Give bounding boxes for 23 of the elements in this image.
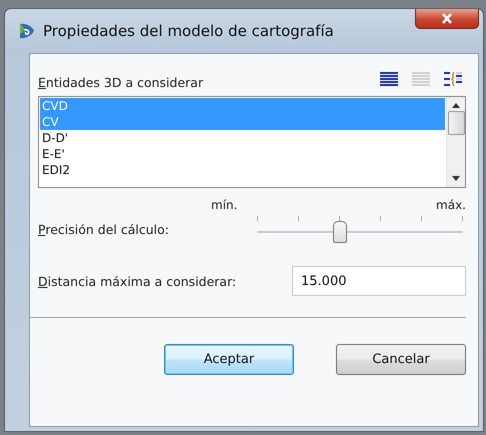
accept-button[interactable]: Aceptar: [164, 344, 294, 375]
precision-label: Precisión del cálculo:: [38, 222, 169, 236]
slider-thumb[interactable]: [333, 221, 348, 243]
close-button[interactable]: [415, 9, 479, 29]
window-title: Propiedades del modelo de cartografía: [43, 22, 334, 40]
list-item[interactable]: D-D': [40, 130, 445, 146]
invert-selection-icon[interactable]: [444, 72, 462, 86]
scroll-up-icon[interactable]: [452, 103, 460, 108]
distance-label: Distancia máxima a considerar:: [38, 274, 236, 288]
list-item[interactable]: EDI2: [40, 162, 445, 178]
scroll-thumb[interactable]: [448, 111, 464, 135]
distance-field[interactable]: 15.000: [292, 266, 466, 296]
list-item[interactable]: E-E': [40, 146, 445, 162]
precision-slider[interactable]: [254, 214, 466, 244]
entities-label: Entidades 3D a considerar: [38, 75, 204, 90]
select-all-icon[interactable]: [380, 72, 398, 86]
cancel-button[interactable]: Cancelar: [336, 344, 466, 375]
close-icon: [441, 13, 453, 24]
scroll-down-icon[interactable]: [452, 176, 460, 181]
min-label: mín.: [211, 198, 238, 212]
scrollbar[interactable]: [446, 97, 465, 187]
max-label: máx.: [436, 198, 466, 212]
app-logo-icon: [17, 22, 35, 40]
